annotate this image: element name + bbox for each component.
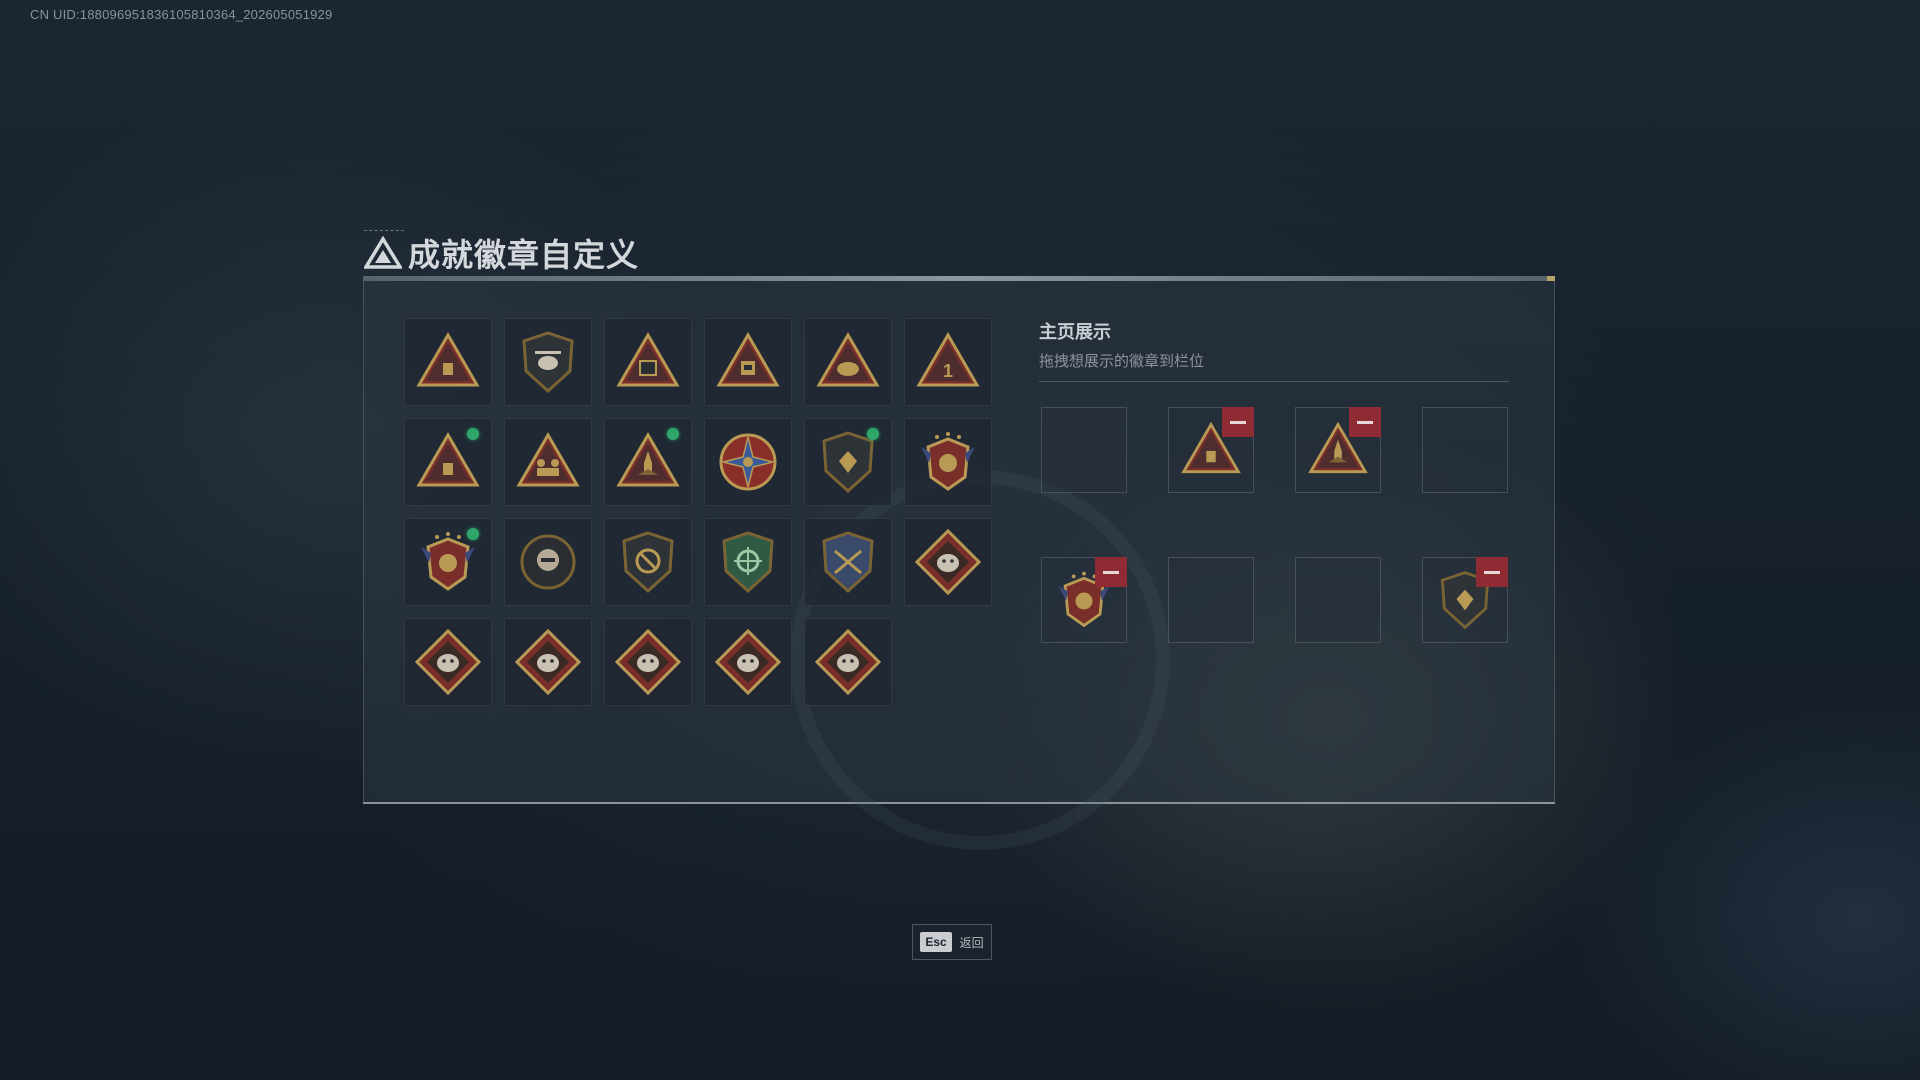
badge-cell[interactable]	[404, 618, 492, 706]
showcase-slot-empty[interactable]	[1168, 557, 1254, 643]
number-one-triangle-badge-icon: 1	[916, 332, 980, 387]
badge-cell[interactable]	[704, 618, 792, 706]
minus-icon	[1484, 570, 1500, 574]
croc-diamond-badge-icon	[814, 628, 882, 696]
dragon-diamond-badge-2-icon	[614, 628, 682, 696]
badge-cell[interactable]	[704, 418, 792, 506]
crosshair-green-shield-badge-icon	[722, 531, 774, 594]
badge-cell[interactable]	[604, 318, 692, 406]
showcase-slot-filled[interactable]	[1295, 407, 1381, 493]
remove-badge-button[interactable]	[1095, 557, 1127, 587]
badge-cell[interactable]	[804, 518, 892, 606]
showcase-slot-filled[interactable]	[1422, 557, 1508, 643]
delta-logo-icon	[364, 236, 402, 269]
helicopter-shield-badge-icon	[522, 331, 574, 394]
esc-key-icon: Esc	[920, 932, 952, 952]
svg-text:1: 1	[943, 361, 953, 381]
minus-icon	[1230, 420, 1246, 424]
no-weapon-shield-badge-icon	[622, 531, 674, 594]
badge-cell[interactable]	[804, 318, 892, 406]
new-indicator-dot	[467, 428, 479, 440]
shield-triangle-badge-icon	[416, 332, 480, 387]
showcase-subtitle: 拖拽想展示的徽章到栏位	[1039, 353, 1205, 370]
remove-badge-button[interactable]	[1476, 557, 1508, 587]
remove-badge-button[interactable]	[1222, 407, 1254, 437]
showcase-title: 主页展示	[1039, 322, 1111, 342]
minus-icon	[1103, 570, 1119, 574]
showcase-divider	[1039, 381, 1509, 382]
badge-cell[interactable]	[504, 418, 592, 506]
badge-grid: 1	[404, 318, 992, 706]
new-indicator-dot	[867, 428, 879, 440]
wolf-diamond-badge-icon	[914, 528, 982, 596]
helmet-triangle-badge-icon	[816, 332, 880, 387]
showcase-slot-empty[interactable]	[1295, 557, 1381, 643]
tablet-triangle-badge-icon	[616, 332, 680, 387]
badge-cell[interactable]	[804, 618, 892, 706]
badge-cell[interactable]	[904, 418, 992, 506]
panel-top-bar	[363, 276, 1555, 281]
badge-cell[interactable]	[404, 518, 492, 606]
minus-icon	[1357, 420, 1373, 424]
badge-cell[interactable]	[704, 318, 792, 406]
badge-cell[interactable]	[504, 618, 592, 706]
new-indicator-dot	[667, 428, 679, 440]
badge-cell[interactable]	[604, 518, 692, 606]
badge-cell[interactable]	[604, 618, 692, 706]
page-title: 成就徽章自定义	[408, 237, 640, 273]
showcase-slot-empty[interactable]	[1041, 407, 1127, 493]
dragon-diamond-badge-icon	[514, 628, 582, 696]
showcase-slots	[1041, 407, 1508, 643]
crossed-rifles-shield-badge-icon	[822, 531, 874, 594]
uid-label: CN UID:188096951836105810364_20260505192…	[30, 7, 333, 22]
showcase-slot-filled[interactable]	[1041, 557, 1127, 643]
showcase-slot-filled[interactable]	[1168, 407, 1254, 493]
star-compass-badge-icon	[719, 433, 777, 491]
showcase-header: 主页展示 拖拽想展示的徽章到栏位	[1039, 318, 1509, 382]
showcase-slot-empty[interactable]	[1422, 407, 1508, 493]
pack-triangle-badge-icon	[716, 332, 780, 387]
remove-badge-button[interactable]	[1349, 407, 1381, 437]
wolf-diamond-badge-2-icon	[414, 628, 482, 696]
back-label: 返回	[959, 935, 984, 950]
badge-cell[interactable]	[804, 418, 892, 506]
back-button[interactable]: Esc 返回	[912, 924, 992, 960]
soldiers-triangle-badge-icon	[516, 432, 580, 487]
badge-cell[interactable]	[704, 518, 792, 606]
new-indicator-dot	[467, 528, 479, 540]
window-title: 成就徽章自定义	[364, 230, 639, 276]
badge-cell[interactable]	[504, 518, 592, 606]
badge-cell[interactable]	[904, 518, 992, 606]
badge-cell[interactable]	[404, 318, 492, 406]
runner-diamond-badge-icon	[714, 628, 782, 696]
badge-cell[interactable]: 1	[904, 318, 992, 406]
badge-cell[interactable]	[404, 418, 492, 506]
skull-round-badge-icon	[520, 534, 576, 590]
badge-cell[interactable]	[504, 318, 592, 406]
stars-crest-badge-icon	[921, 432, 975, 491]
badge-cell[interactable]	[604, 418, 692, 506]
